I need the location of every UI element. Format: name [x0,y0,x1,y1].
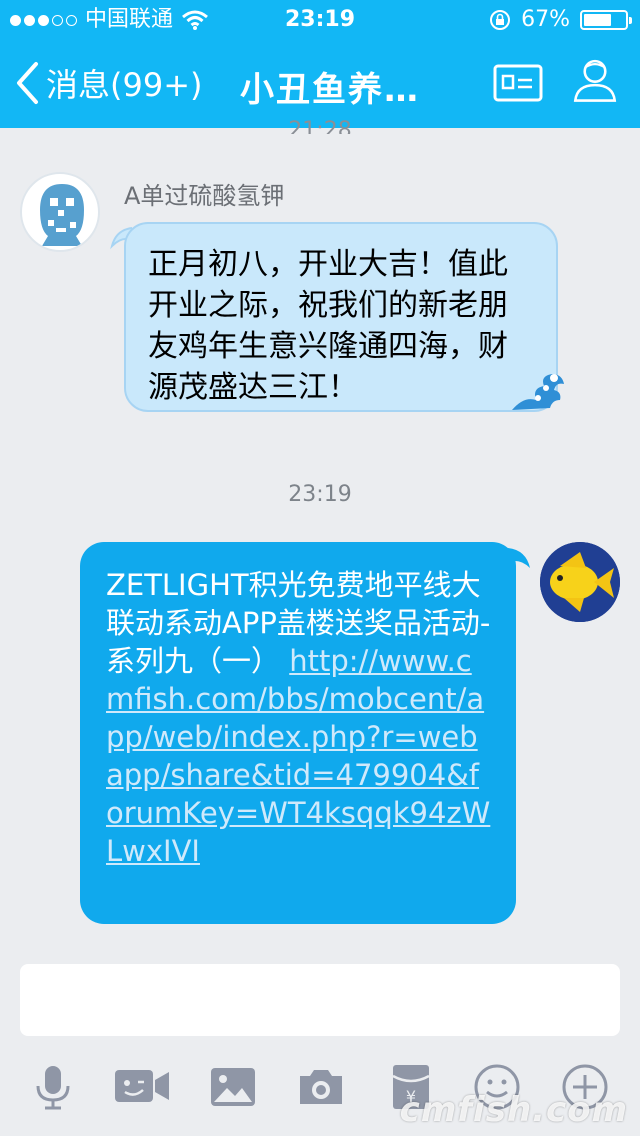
my-avatar[interactable] [540,542,620,622]
yellow-fish-avatar-icon [540,542,620,622]
group-members-icon[interactable] [568,56,622,104]
previous-timestamp: 21:28 [288,118,352,134]
qr-avatar-icon [40,184,84,246]
message-text: 正月初八，开业大吉！值此开业之际，祝我们的新老朋友鸡年生意兴隆通四海，财源茂盛达… [148,247,508,405]
input-toolbar: ¥ cmfish.com [0,1048,640,1136]
message-input[interactable] [20,964,620,1036]
back-label: 消息(99+) [46,66,203,104]
wave-decoration-icon [512,374,564,410]
header-bar: 中国联通 23:19 67% 消息(99+) 小丑鱼养… [0,0,640,128]
battery-percent: 67% [521,7,570,32]
message-timestamp: 23:19 [288,482,352,507]
video-call-icon[interactable] [112,1062,172,1112]
back-button[interactable]: 消息(99+) [14,58,203,108]
watermark: cmfish.com [399,1090,628,1130]
microphone-icon[interactable] [28,1062,78,1112]
status-bar: 中国联通 23:19 67% [0,0,640,40]
navigation-bar: 消息(99+) 小丑鱼养… [0,40,640,128]
battery-icon [580,10,632,30]
image-icon[interactable] [208,1062,258,1112]
message-bubble-outgoing[interactable]: ZETLIGHT积光免费地平线大联动系动APP盖楼送奖品活动-系列九（一） ht… [80,542,516,924]
sender-name: A单过硫酸氢钾 [124,182,285,210]
camera-icon[interactable] [296,1062,346,1112]
chevron-left-icon [17,62,38,104]
rotation-lock-icon [490,10,511,30]
sender-avatar[interactable] [20,172,100,252]
chat-title: 小丑鱼养… [240,70,420,110]
message-bubble-incoming[interactable]: 正月初八，开业大吉！值此开业之际，祝我们的新老朋友鸡年生意兴隆通四海，财源茂盛达… [124,222,558,412]
group-card-icon[interactable] [492,60,546,108]
